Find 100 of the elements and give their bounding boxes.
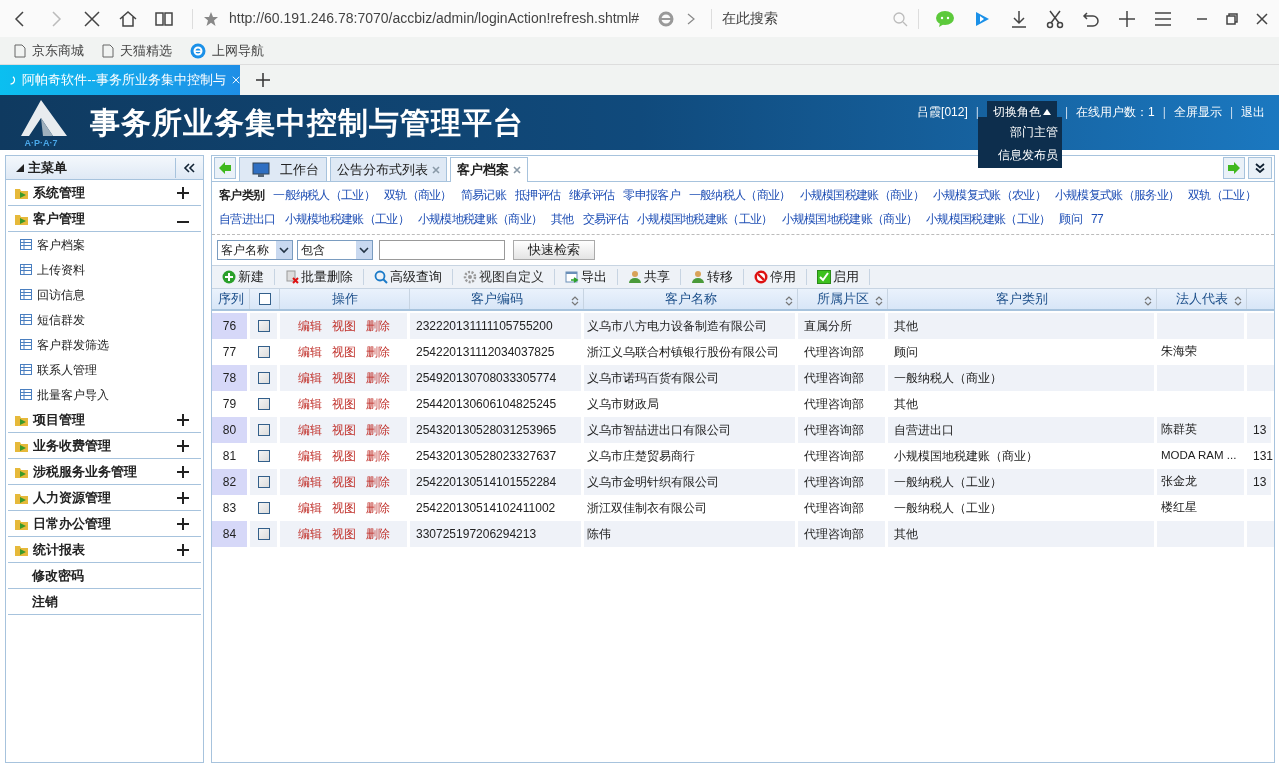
sort-icon[interactable] bbox=[571, 295, 579, 307]
action-link[interactable]: 视图 bbox=[331, 395, 356, 413]
action-link[interactable]: 删除 bbox=[365, 473, 390, 491]
ie-icon[interactable] bbox=[657, 9, 675, 28]
action-link[interactable]: 编辑 bbox=[297, 421, 322, 439]
category-link[interactable]: 其他 bbox=[551, 210, 574, 228]
tab[interactable]: 工作台 bbox=[239, 157, 327, 181]
field-select[interactable]: 客户名称 bbox=[217, 240, 293, 260]
action-link[interactable]: 编辑 bbox=[297, 369, 322, 387]
action-link[interactable]: 视图 bbox=[331, 525, 356, 543]
action-link[interactable]: 编辑 bbox=[297, 473, 322, 491]
quick-search-button[interactable]: 快速检索 bbox=[513, 240, 595, 260]
menu-item[interactable]: 联系人管理 bbox=[37, 360, 97, 379]
category-link[interactable]: 交易评估 bbox=[582, 210, 628, 228]
bookmark-link[interactable]: 上网导航 bbox=[212, 40, 264, 61]
row-checkbox[interactable] bbox=[257, 372, 270, 384]
column-header[interactable]: 所属片区 bbox=[798, 289, 888, 309]
category-link[interactable]: 抵押评估 bbox=[514, 186, 561, 204]
toolbar-button[interactable]: 视图自定义 bbox=[463, 267, 544, 287]
scissors-icon[interactable] bbox=[1045, 8, 1065, 29]
category-link[interactable]: 自营进出口 bbox=[219, 210, 276, 228]
tab[interactable]: 公告分布式列表 bbox=[330, 157, 447, 181]
column-header[interactable]: 客户编码 bbox=[410, 289, 584, 309]
row-checkbox[interactable] bbox=[257, 424, 270, 436]
page-icon[interactable] bbox=[14, 43, 26, 58]
action-link[interactable]: 编辑 bbox=[297, 447, 322, 465]
row-checkbox[interactable] bbox=[257, 476, 270, 488]
fullscreen-link[interactable]: 全屏显示 bbox=[1173, 103, 1222, 121]
action-link[interactable]: 编辑 bbox=[297, 395, 322, 413]
action-link[interactable]: 删除 bbox=[365, 317, 390, 335]
new-tab-icon[interactable] bbox=[256, 73, 270, 87]
column-header[interactable]: 客户名称 bbox=[584, 289, 798, 309]
action-link[interactable]: 删除 bbox=[365, 499, 390, 517]
sort-icon[interactable] bbox=[875, 295, 883, 307]
toolbar-button[interactable]: 停用 bbox=[754, 267, 796, 287]
action-link[interactable]: 删除 bbox=[365, 447, 390, 465]
category-link[interactable]: 小规模复式账（农业） bbox=[932, 186, 1046, 204]
address-field[interactable]: http://60.191.246.78:7070/accbiz/admin/loginAction!refresh.shtml# bbox=[229, 8, 649, 29]
menu-item[interactable]: 短信群发 bbox=[37, 310, 85, 329]
action-link[interactable]: 视图 bbox=[331, 369, 356, 387]
toolbar-button[interactable]: 新建 bbox=[222, 267, 264, 287]
category-link[interactable]: 77 bbox=[1091, 210, 1104, 228]
menu-group[interactable]: 统计报表 bbox=[8, 537, 201, 563]
toolbar-button[interactable]: 批量删除 bbox=[285, 267, 353, 287]
play-icon[interactable] bbox=[973, 9, 991, 28]
column-header[interactable]: 法人代表 bbox=[1157, 289, 1247, 309]
row-checkbox[interactable] bbox=[257, 450, 270, 462]
action-link[interactable]: 编辑 bbox=[297, 317, 322, 335]
row-checkbox[interactable] bbox=[257, 398, 270, 410]
category-link[interactable]: 小规模国地税建账（商业） bbox=[781, 210, 918, 228]
menu-group[interactable]: 客户管理 bbox=[8, 206, 201, 232]
action-link[interactable]: 编辑 bbox=[297, 343, 322, 361]
column-header[interactable]: 操作 bbox=[280, 289, 410, 309]
action-link[interactable]: 编辑 bbox=[297, 525, 322, 543]
menu-group[interactable]: 日常办公管理 bbox=[8, 511, 201, 537]
category-link[interactable]: 小规模国地税建账（工业） bbox=[636, 210, 773, 228]
sort-icon[interactable] bbox=[1144, 295, 1152, 307]
logout-link[interactable]: 退出 bbox=[1241, 103, 1265, 121]
category-link[interactable]: 继承评估 bbox=[569, 186, 615, 204]
menu-group[interactable]: 人力资源管理 bbox=[8, 485, 201, 511]
column-header[interactable]: 序列 bbox=[212, 289, 250, 309]
category-link[interactable]: 一般纳税人（工业） bbox=[273, 186, 375, 204]
close-icon[interactable] bbox=[1255, 11, 1269, 26]
home-icon[interactable] bbox=[118, 8, 138, 29]
action-link[interactable]: 视图 bbox=[331, 473, 356, 491]
category-link[interactable]: 双轨（商业） bbox=[383, 186, 452, 204]
search-field[interactable]: 在此搜索 bbox=[722, 8, 892, 29]
row-checkbox[interactable] bbox=[257, 346, 270, 358]
category-link[interactable]: 零申报客户 bbox=[623, 186, 680, 204]
operator-select[interactable]: 包含 bbox=[297, 240, 373, 260]
category-link[interactable]: 小规模地税建账（工业） bbox=[284, 210, 409, 228]
action-link[interactable]: 视图 bbox=[331, 447, 356, 465]
toolbar-button[interactable]: 启用 bbox=[817, 267, 859, 287]
bookmark-link[interactable]: 天猫精选 bbox=[120, 40, 172, 61]
category-link[interactable]: 小规模复式账（服务业） bbox=[1054, 186, 1180, 204]
category-link[interactable]: 小规模地税建账（商业） bbox=[417, 210, 543, 228]
category-link[interactable]: 顾问 bbox=[1059, 210, 1083, 228]
category-link[interactable]: 双轨（工业） bbox=[1188, 186, 1256, 204]
action-link[interactable]: 编辑 bbox=[297, 499, 322, 517]
page-icon[interactable] bbox=[102, 43, 114, 58]
toolbar-button[interactable]: 转移 bbox=[691, 267, 733, 287]
menu-item[interactable]: 批量客户导入 bbox=[37, 385, 109, 404]
action-link[interactable]: 视图 bbox=[331, 317, 356, 335]
category-link[interactable]: 简易记账 bbox=[460, 186, 506, 204]
category-link[interactable]: 一般纳税人（商业） bbox=[688, 186, 791, 204]
action-link[interactable]: 视图 bbox=[331, 499, 356, 517]
row-checkbox[interactable] bbox=[257, 528, 270, 540]
role-menu-item[interactable]: 部门主管 bbox=[1010, 123, 1058, 141]
menu-group[interactable]: 涉税服务业务管理 bbox=[8, 459, 201, 485]
menu-group[interactable]: 项目管理 bbox=[8, 407, 201, 433]
row-checkbox[interactable] bbox=[257, 320, 270, 332]
action-link[interactable]: 删除 bbox=[365, 525, 390, 543]
action-link[interactable]: 删除 bbox=[365, 343, 390, 361]
sort-icon[interactable] bbox=[1234, 295, 1242, 307]
tab[interactable]: 客户档案 bbox=[450, 157, 528, 182]
search-input[interactable] bbox=[379, 240, 505, 260]
menu-group[interactable]: 系统管理 bbox=[8, 180, 201, 206]
sort-icon[interactable] bbox=[785, 295, 793, 307]
row-checkbox[interactable] bbox=[257, 502, 270, 514]
header-checkbox[interactable] bbox=[258, 293, 271, 305]
